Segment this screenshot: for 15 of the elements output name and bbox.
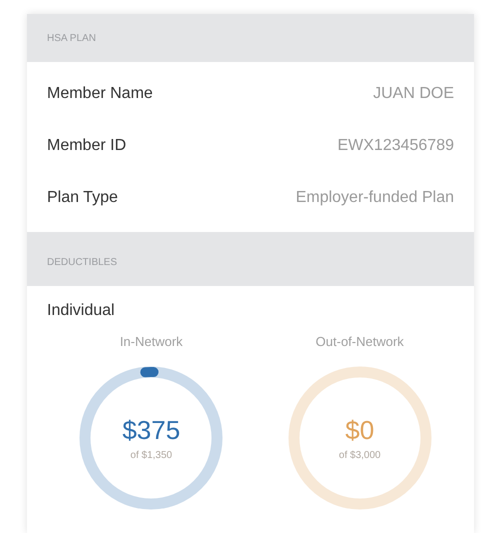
- section-header: HSA PLAN: [27, 14, 474, 62]
- meter-label: Out-of-Network: [316, 334, 404, 349]
- field-label: Member ID: [47, 137, 126, 155]
- amount: $0: [345, 415, 374, 446]
- meter-label: In-Network: [120, 334, 183, 349]
- field-value: EWX123456789: [337, 137, 454, 155]
- limit-text: of $3,000: [338, 450, 381, 461]
- section-header: DEDUCTIBLES: [27, 232, 474, 286]
- field-value: JUAN DOE: [373, 85, 454, 103]
- amount: $375: [122, 415, 180, 446]
- field-label: Member Name: [47, 85, 153, 103]
- group-label: Individual: [46, 301, 116, 320]
- field-label: Plan Type: [47, 189, 118, 207]
- limit-text: of $1,350: [130, 450, 172, 461]
- field-value: Employer-funded Plan: [296, 189, 454, 207]
